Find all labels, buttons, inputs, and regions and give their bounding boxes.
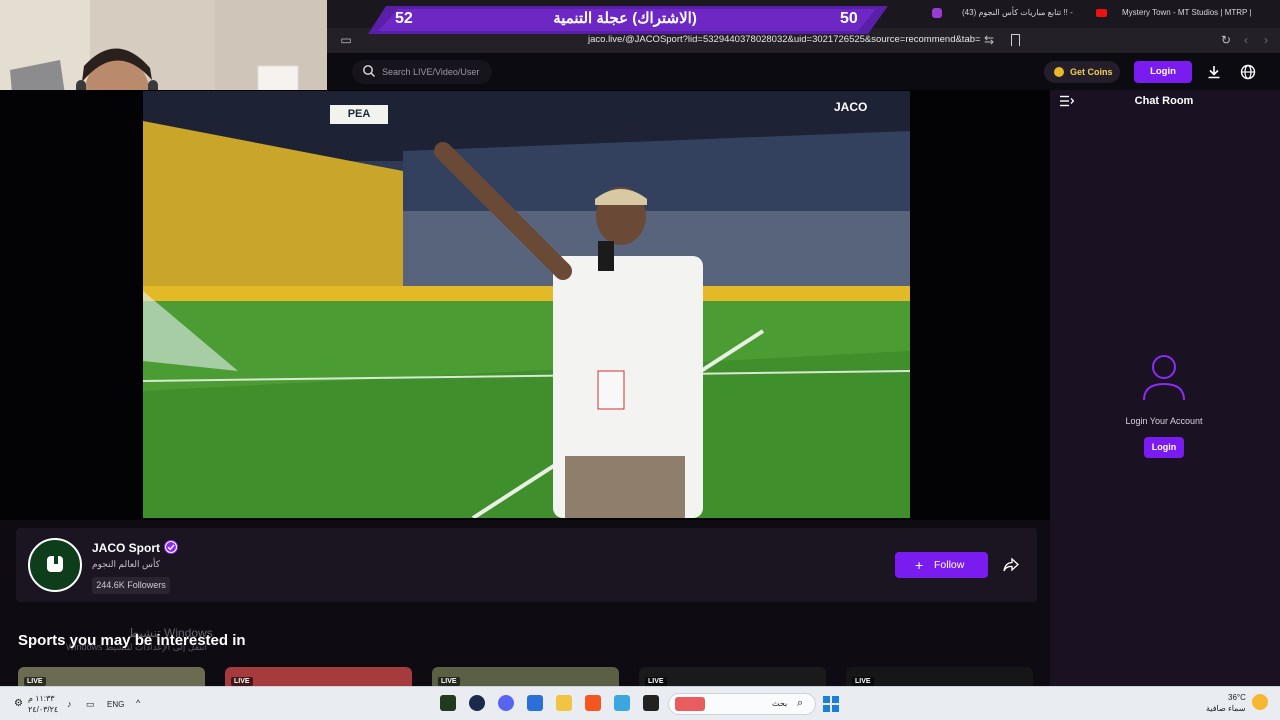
language-globe-icon[interactable] xyxy=(1239,63,1257,81)
youtube-icon xyxy=(1096,9,1107,17)
windows-activation-hint: انتقل إلى الإعدادات لتنشيط Windows xyxy=(66,642,208,652)
sidebar-icon[interactable]: ▭ xyxy=(338,32,354,48)
verified-badge-icon xyxy=(164,540,178,554)
jaco-logo-icon xyxy=(47,554,63,572)
channel-name[interactable]: JACO Sport xyxy=(92,541,160,555)
steam-icon[interactable] xyxy=(469,695,485,711)
coin-icon xyxy=(1054,67,1064,77)
followers-count: 244.6K Followers xyxy=(92,577,170,594)
follow-label: Follow xyxy=(934,559,965,571)
login-prompt-text: Login Your Account xyxy=(1125,416,1203,426)
tab-mystery-town[interactable]: Mystery Town - MT Studios | MTRP | xyxy=(1122,8,1252,17)
reload-icon[interactable]: ↻ xyxy=(1218,32,1234,48)
volume-icon[interactable]: ♪ xyxy=(67,699,72,709)
search-icon xyxy=(363,65,375,77)
search-highlight-icon xyxy=(675,697,705,711)
tab-youtube[interactable]: (43) تتابع مباريات كأس النجوم !! - xyxy=(962,8,1073,17)
app-icon[interactable] xyxy=(614,695,630,711)
search-icon: ⌕ xyxy=(797,697,804,709)
windows-logo xyxy=(823,696,839,712)
live-badge: LIVE xyxy=(645,677,667,686)
file-explorer-icon[interactable] xyxy=(556,695,572,711)
url-text[interactable]: jaco.live/@JACOSport?lid=532944037802803… xyxy=(588,34,981,45)
display-icon[interactable]: ▭ xyxy=(86,699,95,710)
taskbar-search-placeholder: بحث xyxy=(772,699,788,708)
video-frame[interactable] xyxy=(143,91,910,518)
live-badge: LIVE xyxy=(438,677,460,686)
chat-room-title: Chat Room xyxy=(1134,95,1194,107)
stream-thumbnail[interactable]: LIVE xyxy=(846,667,1033,687)
channel-avatar[interactable] xyxy=(28,538,82,592)
live-badge: LIVE xyxy=(852,677,874,686)
terminal-icon[interactable] xyxy=(643,695,659,711)
get-coins-label: Get Coins xyxy=(1070,67,1113,77)
search-placeholder: Search LIVE/Video/User xyxy=(382,67,480,77)
login-button[interactable]: Login xyxy=(1134,61,1192,83)
weather-status[interactable]: سماء صافية xyxy=(1206,704,1246,713)
clock-date[interactable]: ٢٤/٠٣/٢٤ xyxy=(28,705,58,714)
tray-chevron-icon[interactable]: ^ xyxy=(136,698,140,708)
stream-thumbnail[interactable]: LIVE xyxy=(18,667,205,687)
live-badge: LIVE xyxy=(24,677,46,686)
stream-thumbnail[interactable]: LIVE xyxy=(639,667,826,687)
jaco-watermark: JACO xyxy=(834,100,868,114)
stream-thumbnail[interactable]: LIVE xyxy=(432,667,619,687)
bookmark-icon[interactable] xyxy=(1011,34,1020,46)
app-icon xyxy=(932,8,942,18)
sun-icon xyxy=(1252,694,1268,710)
brave-browser-icon[interactable] xyxy=(585,695,601,711)
windows-activation-watermark: تنشيط Windows xyxy=(128,626,213,640)
channel-subtitle: كأس العالم النجوم xyxy=(92,559,161,569)
banner-left-number: 52 xyxy=(395,10,413,27)
discord-icon[interactable] xyxy=(498,695,514,711)
language-indicator[interactable]: ENG xyxy=(107,700,124,709)
user-avatar-icon xyxy=(1143,355,1185,401)
weather-temp[interactable]: 36°C xyxy=(1228,693,1246,702)
banner-title: (الاشتراك) عجلة التنمية xyxy=(553,10,697,27)
channel-badge: PEA xyxy=(330,105,388,124)
download-icon[interactable] xyxy=(1205,63,1223,81)
live-badge: LIVE xyxy=(231,677,253,686)
banner-right-number: 50 xyxy=(840,10,858,27)
share-icon[interactable] xyxy=(1002,556,1020,574)
stream-thumbnail[interactable]: LIVE xyxy=(225,667,412,687)
clock-time[interactable]: ١١:٣٣ م xyxy=(28,694,55,703)
store-icon[interactable] xyxy=(527,695,543,711)
windows-start-icon[interactable] xyxy=(823,696,839,712)
stadium-scene xyxy=(143,91,910,518)
app-x-icon[interactable] xyxy=(440,695,456,711)
network-icon[interactable]: ⚙ xyxy=(14,698,23,709)
back-icon[interactable]: ‹ xyxy=(1238,32,1254,48)
plus-icon: + xyxy=(915,557,924,573)
windows-taskbar xyxy=(0,686,1280,720)
chat-login-button[interactable]: Login xyxy=(1144,437,1184,458)
forward-icon[interactable]: › xyxy=(1258,32,1274,48)
site-settings-icon[interactable]: ⇆ xyxy=(981,32,997,48)
